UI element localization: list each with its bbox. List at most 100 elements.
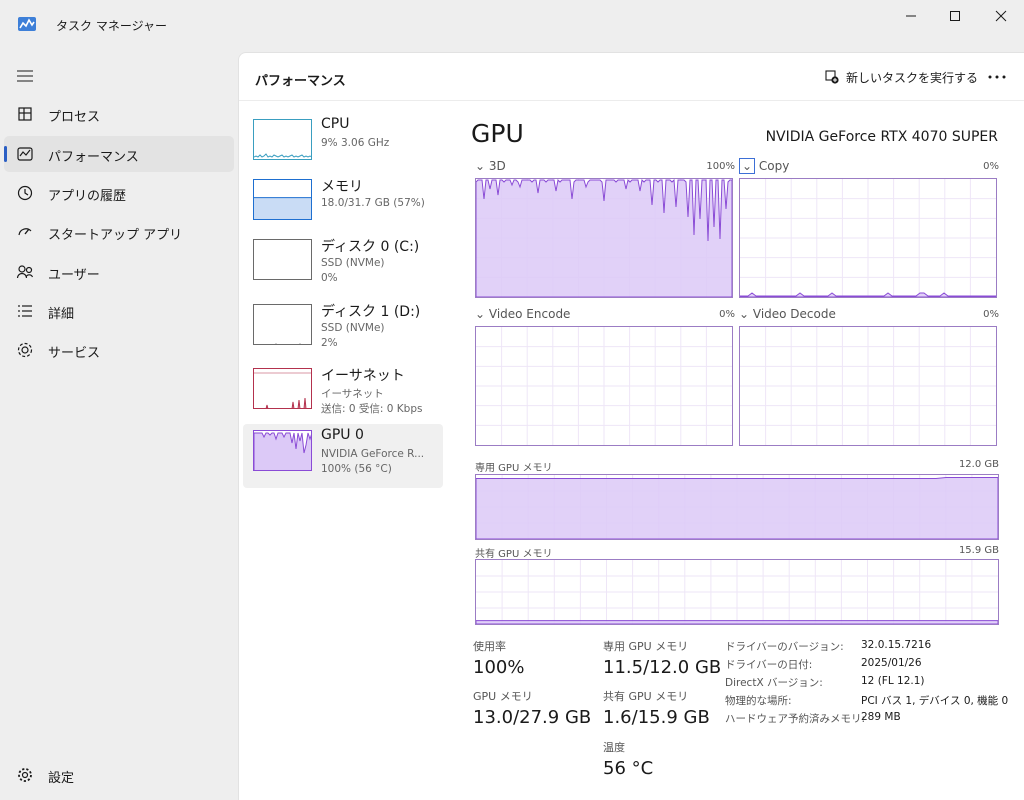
info-value: 289 MB	[861, 711, 901, 723]
engine-label: Video Decode	[752, 307, 836, 321]
device-throughput: 送信: 0 受信: 0 Kbps	[321, 403, 423, 415]
device-name: CPU	[321, 116, 350, 132]
shared-memory-graph-label: 共有 GPU メモリ	[475, 549, 553, 560]
maximize-icon	[950, 11, 960, 21]
device-item-memory[interactable]: メモリ 18.0/31.7 GB (57%)	[243, 173, 443, 237]
engine-label: Video Encode	[488, 307, 571, 321]
processes-icon	[16, 105, 34, 123]
dedicated-memory-graph-label: 専用 GPU メモリ	[475, 463, 553, 474]
device-detail: 9% 3.06 GHz	[321, 137, 390, 149]
device-name: メモリ	[321, 179, 363, 195]
device-utilization: 0%	[321, 272, 338, 284]
cpu-thumbnail-graph	[253, 119, 312, 160]
disk-0-thumbnail-graph	[253, 239, 312, 280]
minimize-icon	[906, 15, 916, 17]
hamburger-menu-icon[interactable]	[16, 68, 34, 82]
minimize-button[interactable]	[888, 0, 934, 32]
device-name: イーサネット	[321, 368, 405, 384]
performance-icon	[16, 145, 34, 163]
device-utilization: 100% (56 °C)	[321, 463, 392, 475]
device-item-cpu[interactable]: CPU 9% 3.06 GHz	[243, 113, 443, 177]
shared-memory-value: 1.6/15.9 GB	[603, 707, 710, 728]
utilization-value: 100%	[473, 657, 525, 678]
graph-dedicated-memory	[475, 474, 999, 540]
info-key: 物理的な場所:	[725, 695, 792, 707]
temperature-label: 温度	[603, 741, 625, 754]
dedicated-memory-value: 11.5/12.0 GB	[603, 657, 722, 678]
more-options-button[interactable]	[985, 67, 1009, 87]
nav-item-label: サービス	[48, 346, 101, 361]
device-detail: SSD (NVMe)	[321, 322, 385, 334]
gpu-model-name: NVIDIA GeForce RTX 4070 SUPER	[765, 129, 998, 145]
disk-1-thumbnail-graph	[253, 304, 312, 345]
startup-icon	[16, 223, 34, 241]
panel-header: パフォーマンス 新しいタスクを実行する	[239, 53, 1024, 101]
gpu-thumbnail-graph	[253, 430, 312, 471]
dedicated-memory-series	[476, 477, 998, 539]
memory-thumbnail-fill	[254, 197, 311, 219]
device-utilization: 2%	[321, 337, 338, 349]
graph-copy	[739, 178, 997, 298]
device-detail: イーサネット	[321, 388, 384, 400]
maximize-button[interactable]	[932, 0, 978, 32]
gpu-memory-label: GPU メモリ	[473, 690, 533, 703]
info-key: ドライバーの日付:	[725, 659, 813, 671]
device-item-gpu-0[interactable]: GPU 0 NVIDIA GeForce R... 100% (56 °C)	[243, 424, 443, 488]
nav-item-label: ユーザー	[48, 268, 100, 283]
nav-item-processes[interactable]: プロセス	[4, 96, 234, 132]
nav-item-app-history[interactable]: アプリの履歴	[4, 175, 234, 211]
engine-selector-video-decode[interactable]: ⌄ Video Decode	[739, 307, 836, 321]
shared-memory-max: 15.9 GB	[958, 545, 999, 556]
close-button[interactable]	[978, 0, 1024, 32]
engine-label: Copy	[758, 159, 790, 173]
device-name: ディスク 0 (C:)	[321, 239, 420, 255]
dedicated-memory-max: 12.0 GB	[958, 459, 999, 470]
device-item-disk-1[interactable]: ディスク 1 (D:) SSD (NVMe) 2%	[243, 298, 443, 362]
graph-shared-memory	[475, 559, 999, 625]
shared-memory-series	[476, 620, 998, 624]
device-name: ディスク 1 (D:)	[321, 304, 421, 320]
nav-item-label: パフォーマンス	[48, 150, 139, 165]
run-new-task-button[interactable]: 新しいタスクを実行する	[825, 66, 978, 88]
nav-item-details[interactable]: 詳細	[4, 293, 234, 329]
gpu-title: GPU	[471, 119, 524, 148]
nav-item-startup-apps[interactable]: スタートアップ アプリ	[4, 214, 234, 250]
shared-memory-label: 共有 GPU メモリ	[603, 690, 689, 703]
engine-max-copy: 0%	[983, 161, 999, 172]
users-icon	[16, 263, 34, 281]
gpu-memory-value: 13.0/27.9 GB	[473, 707, 592, 728]
engine-selector-copy[interactable]: ⌄ Copy	[739, 158, 790, 174]
engine-max-video-decode: 0%	[983, 309, 999, 320]
device-detail: NVIDIA GeForce R...	[321, 448, 425, 460]
task-manager-app-icon	[18, 16, 36, 31]
info-key: ハードウェア予約済みメモリ:	[725, 713, 866, 725]
window-title: タスク マネージャー	[56, 19, 167, 33]
nav-item-label: 設定	[48, 771, 75, 786]
nav-item-users[interactable]: ユーザー	[4, 254, 234, 290]
nav-item-services[interactable]: サービス	[4, 332, 234, 368]
info-value: 2025/01/26	[861, 657, 922, 669]
graph-video-decode	[739, 326, 997, 446]
engine-max-video-encode: 0%	[719, 309, 735, 320]
title-bar: タスク マネージャー	[0, 0, 1024, 50]
navigation-pane: プロセス パフォーマンス アプリの履歴 スタートアップ アプリ ユーザー 詳細	[0, 50, 238, 800]
more-dots-icon	[988, 75, 1006, 79]
engine-max-3d: 100%	[706, 161, 735, 172]
nav-item-performance[interactable]: パフォーマンス	[4, 136, 234, 172]
device-item-disk-0[interactable]: ディスク 0 (C:) SSD (NVMe) 0%	[243, 233, 443, 297]
gear-icon	[16, 766, 34, 784]
cpu-thumbnail-series	[254, 153, 311, 158]
info-key: DirectX バージョン:	[725, 677, 823, 689]
device-name: GPU 0	[321, 427, 364, 443]
ethernet-thumbnail-graph	[253, 368, 312, 409]
gpu-thumbnail-series	[254, 432, 311, 470]
engine-selector-video-encode[interactable]: ⌄ Video Encode	[475, 307, 570, 321]
nav-item-settings[interactable]: 設定	[4, 757, 234, 793]
temperature-value: 56 °C	[603, 758, 654, 779]
utilization-label: 使用率	[473, 640, 506, 653]
close-icon	[995, 10, 1007, 22]
engine-selector-3d[interactable]: ⌄ 3D	[475, 159, 506, 173]
memory-thumbnail-graph	[253, 179, 312, 220]
details-icon	[16, 302, 34, 320]
device-item-ethernet[interactable]: イーサネット イーサネット 送信: 0 受信: 0 Kbps	[243, 362, 443, 426]
